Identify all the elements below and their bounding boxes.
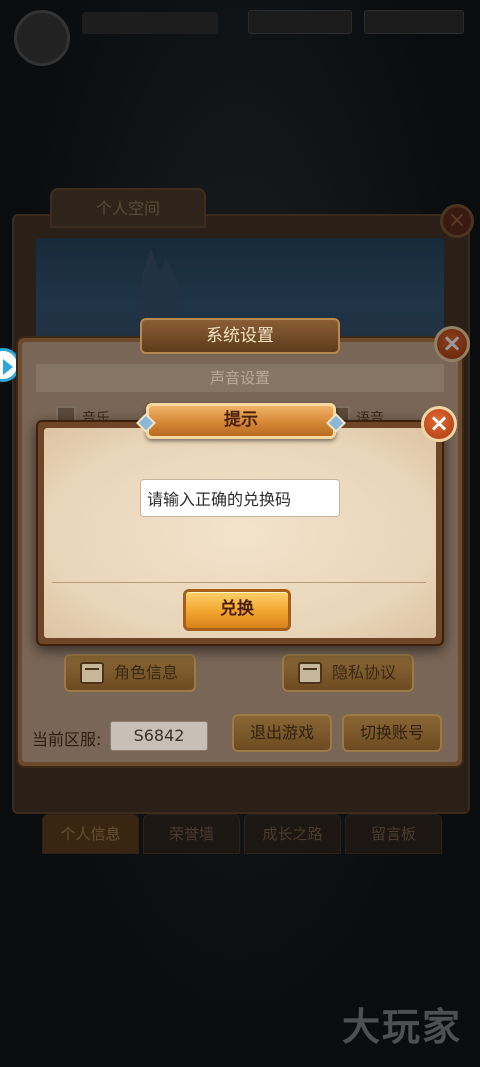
tab-honor-wall: 荣誉墙	[143, 814, 240, 854]
top-button-left	[248, 10, 352, 34]
sound-settings-header: 声音设置	[36, 364, 444, 392]
quit-game-button: 退出游戏	[232, 714, 332, 752]
document-icon	[80, 662, 104, 684]
watermark-logo: 大玩家	[341, 1005, 462, 1049]
server-label: 当前区服:	[32, 730, 102, 749]
tip-title: 提示	[146, 403, 336, 439]
privacy-button: 隐私协议	[282, 654, 414, 692]
system-settings-title: 系统设置	[140, 318, 340, 354]
exchange-button[interactable]: 兑换	[183, 589, 291, 631]
player-avatar	[14, 10, 70, 66]
system-settings-close-icon: ×	[434, 326, 470, 362]
redeem-code-input[interactable]	[140, 479, 340, 517]
tab-message-board: 留言板	[345, 814, 442, 854]
role-info-label: 角色信息	[114, 663, 179, 682]
tab-personal-info: 个人信息	[42, 814, 139, 854]
tip-close-icon[interactable]: ×	[421, 406, 457, 442]
personal-space-tabs: 个人信息 荣誉墙 成长之路 留言板	[42, 814, 442, 854]
privacy-label: 隐私协议	[332, 663, 397, 682]
role-info-button: 角色信息	[64, 654, 196, 692]
player-name-bar	[82, 12, 218, 34]
server-value: S6842	[110, 721, 208, 751]
tip-divider	[52, 582, 426, 583]
top-button-right	[364, 10, 464, 34]
personal-space-close-icon: ×	[440, 204, 474, 238]
document-icon	[298, 662, 322, 684]
switch-account-button: 切换账号	[342, 714, 442, 752]
tab-growth-path: 成长之路	[244, 814, 341, 854]
personal-space-tab: 个人空间	[50, 188, 206, 228]
